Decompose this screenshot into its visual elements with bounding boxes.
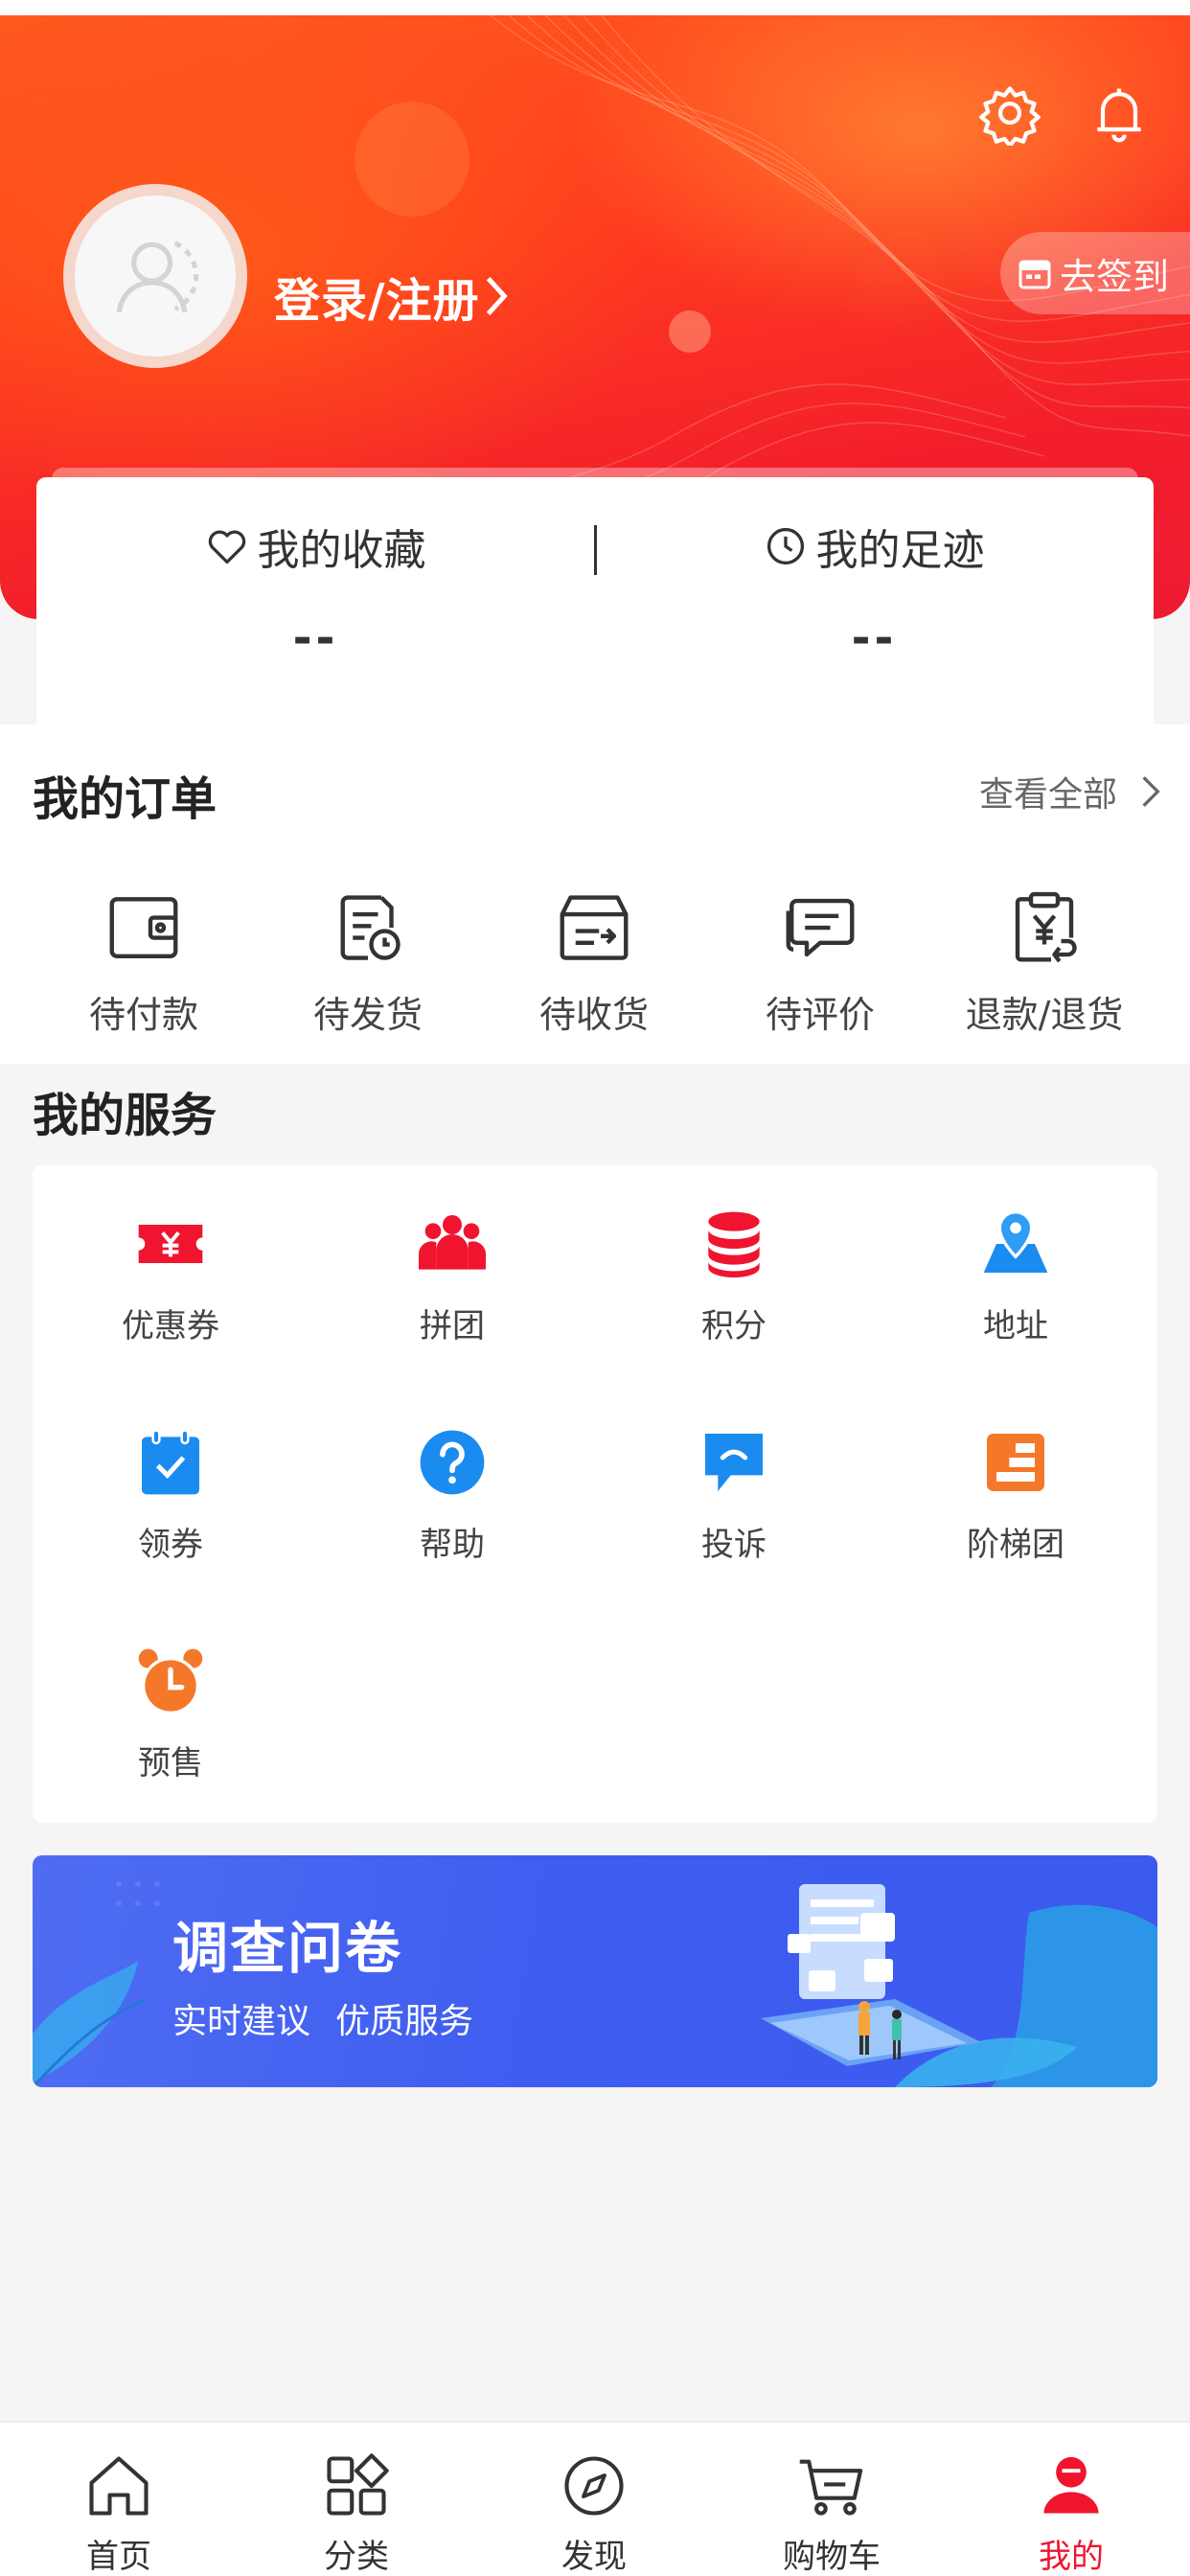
help-icon bbox=[420, 1430, 485, 1495]
service-help[interactable]: 帮助 bbox=[337, 1424, 567, 1568]
coupon-icon bbox=[138, 1225, 203, 1263]
view-all-label: 查看全部 bbox=[978, 775, 1117, 815]
order-label: 待付款 bbox=[88, 994, 198, 1036]
compass-icon bbox=[564, 2456, 624, 2516]
order-pending-receipt[interactable]: 待收货 bbox=[479, 887, 709, 1060]
footprints-label: 我的足迹 bbox=[815, 526, 985, 575]
calendar-icon bbox=[1018, 260, 1051, 289]
service-label: 优惠券 bbox=[122, 1307, 219, 1346]
services-card: 优惠券 拼团 积分 地址 领券 帮助 投诉 阶梯团 预售 bbox=[33, 1165, 1157, 1823]
calendar-check-icon bbox=[142, 1429, 199, 1495]
order-label: 退款/退货 bbox=[965, 994, 1124, 1036]
survey-subtitle-1: 实时建议 bbox=[172, 2002, 311, 2041]
chevron-right-icon bbox=[486, 276, 508, 316]
service-label: 投诉 bbox=[701, 1526, 767, 1564]
service-label: 帮助 bbox=[420, 1526, 485, 1564]
box-icon bbox=[560, 895, 629, 960]
clock-icon bbox=[767, 527, 804, 565]
tab-cart[interactable]: 购物车 bbox=[713, 2450, 950, 2576]
order-pending-review[interactable]: 待评价 bbox=[705, 887, 935, 1060]
survey-subtitle: 实时建议 优质服务 bbox=[172, 1993, 473, 2043]
coins-icon bbox=[708, 1211, 760, 1277]
login-label: 登录/注册 bbox=[274, 274, 480, 328]
footprints-count: -- bbox=[851, 611, 898, 665]
service-complaint[interactable]: 投诉 bbox=[619, 1424, 849, 1568]
tab-category[interactable]: 分类 bbox=[238, 2450, 475, 2576]
services-title: 我的服务 bbox=[33, 1089, 217, 1142]
group-icon bbox=[419, 1215, 486, 1270]
order-label: 待发货 bbox=[312, 994, 423, 1036]
comment-icon bbox=[786, 898, 855, 957]
tab-label: 首页 bbox=[86, 2538, 151, 2576]
ladder-icon bbox=[987, 1434, 1044, 1491]
service-label: 阶梯团 bbox=[967, 1526, 1064, 1564]
clock-document-icon bbox=[340, 895, 400, 960]
tab-profile[interactable]: 我的 bbox=[952, 2450, 1190, 2576]
service-address[interactable]: 地址 bbox=[901, 1206, 1131, 1349]
service-label: 拼团 bbox=[420, 1307, 485, 1346]
gear-icon[interactable] bbox=[977, 80, 1042, 146]
service-label: 领券 bbox=[138, 1526, 203, 1564]
service-label: 积分 bbox=[701, 1307, 767, 1346]
stats-card: 我的收藏 -- 我的足迹 -- bbox=[36, 477, 1154, 724]
tab-label: 发现 bbox=[561, 2538, 627, 2576]
service-ladder-group[interactable]: 阶梯团 bbox=[901, 1424, 1131, 1568]
tab-label: 分类 bbox=[324, 2538, 389, 2576]
bottom-tab-bar: 首页 分类 发现 购物车 我的 bbox=[0, 2421, 1190, 2576]
tab-discover[interactable]: 发现 bbox=[475, 2450, 713, 2576]
view-all-orders-link[interactable]: 查看全部 bbox=[979, 767, 1161, 816]
survey-banner[interactable]: 调查问卷 实时建议 优质服务 bbox=[33, 1855, 1157, 2087]
checkin-label: 去签到 bbox=[1060, 255, 1170, 298]
favorites-stat[interactable]: 我的收藏 -- bbox=[36, 477, 595, 724]
status-bar-strip bbox=[0, 0, 1190, 15]
service-label: 预售 bbox=[138, 1744, 203, 1782]
login-register-link[interactable]: 登录/注册 bbox=[274, 263, 513, 330]
home-icon bbox=[89, 2456, 149, 2516]
category-icon bbox=[327, 2453, 389, 2516]
map-pin-icon bbox=[983, 1209, 1048, 1273]
survey-title: 调查问卷 bbox=[172, 1916, 403, 1981]
checkin-button[interactable]: 去签到 bbox=[1000, 232, 1190, 314]
order-label: 待评价 bbox=[765, 994, 875, 1036]
service-points[interactable]: 积分 bbox=[619, 1206, 849, 1349]
favorites-label: 我的收藏 bbox=[257, 526, 426, 575]
order-label: 待收货 bbox=[538, 994, 649, 1036]
cart-icon bbox=[799, 2459, 863, 2516]
service-label: 地址 bbox=[983, 1307, 1048, 1346]
tab-label: 购物车 bbox=[783, 2538, 881, 2576]
orders-section: 我的订单 查看全部 待付款 待发货 待收货 待评价 退款/退货 bbox=[0, 724, 1190, 1064]
favorites-count: -- bbox=[292, 611, 339, 665]
order-pending-shipment[interactable]: 待发货 bbox=[253, 887, 483, 1060]
tab-home[interactable]: 首页 bbox=[0, 2450, 238, 2576]
service-group-buy[interactable]: 拼团 bbox=[337, 1206, 567, 1349]
complaint-bubble-icon bbox=[705, 1434, 763, 1491]
service-claim-coupon[interactable]: 领券 bbox=[56, 1424, 286, 1568]
avatar[interactable] bbox=[63, 184, 247, 368]
service-presale[interactable]: 预售 bbox=[56, 1643, 286, 1786]
order-pending-payment[interactable]: 待付款 bbox=[29, 887, 259, 1060]
bell-icon[interactable] bbox=[1087, 80, 1152, 146]
alarm-clock-icon bbox=[138, 1648, 203, 1714]
order-refund-return[interactable]: 退款/退货 bbox=[929, 887, 1159, 1060]
refund-clipboard-icon bbox=[1015, 891, 1077, 963]
survey-subtitle-2: 优质服务 bbox=[335, 2002, 474, 2041]
heart-icon bbox=[208, 530, 245, 564]
service-coupon[interactable]: 优惠券 bbox=[56, 1206, 286, 1349]
user-placeholder-icon bbox=[116, 241, 199, 313]
wallet-icon bbox=[109, 897, 178, 958]
chevron-right-icon bbox=[1142, 776, 1160, 807]
default-user-icon bbox=[75, 196, 236, 356]
profile-icon bbox=[1043, 2456, 1099, 2514]
tab-label: 我的 bbox=[1039, 2538, 1104, 2576]
footprints-stat[interactable]: 我的足迹 -- bbox=[595, 477, 1154, 724]
orders-title: 我的订单 bbox=[33, 772, 217, 826]
